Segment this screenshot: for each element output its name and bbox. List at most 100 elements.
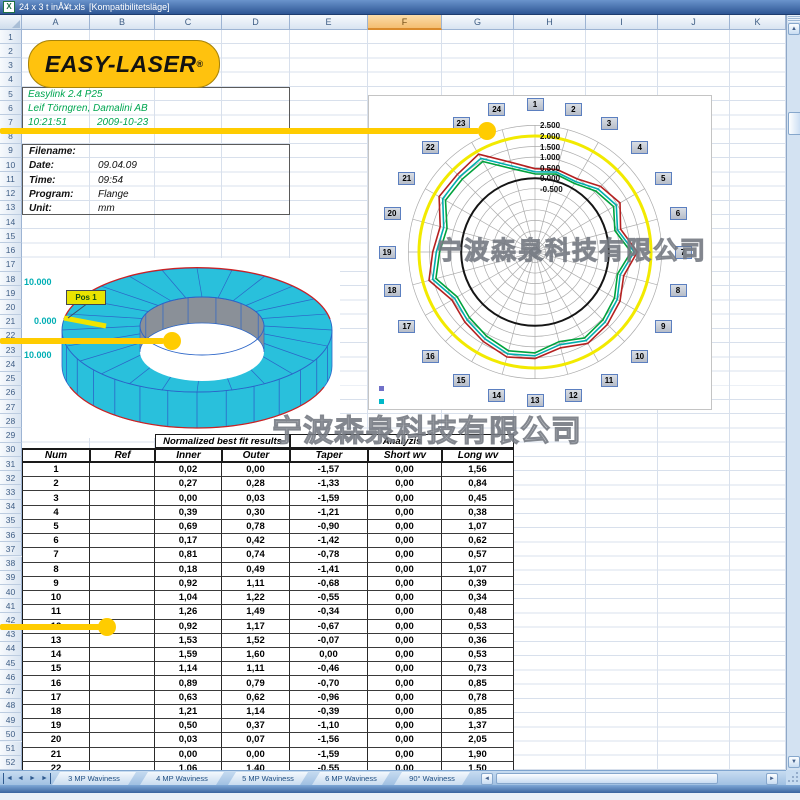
table-cell[interactable]: 1,52 bbox=[222, 634, 290, 648]
table-cell[interactable]: 0,39 bbox=[442, 577, 514, 591]
table-cell[interactable]: 2,05 bbox=[442, 733, 514, 747]
sheet-tab-4[interactable]: 6 MP Waviness bbox=[312, 772, 390, 785]
row-header-12[interactable]: 12 bbox=[0, 187, 22, 201]
table-cell[interactable]: 1,14 bbox=[222, 705, 290, 719]
table-cell[interactable]: 0,00 bbox=[368, 676, 442, 690]
meta-box[interactable]: Filename:Date:09.04.09Time:09:54Program:… bbox=[22, 144, 290, 215]
sheet-tab-5[interactable]: 90° Waviness bbox=[394, 772, 470, 785]
table-cell[interactable]: 0,00 bbox=[368, 563, 442, 577]
row-header-39[interactable]: 39 bbox=[0, 571, 22, 585]
table-cell[interactable]: 0,53 bbox=[442, 620, 514, 634]
table-cell[interactable]: 8 bbox=[22, 563, 90, 577]
row-header-3[interactable]: 3 bbox=[0, 58, 22, 72]
row-header-18[interactable]: 18 bbox=[0, 272, 22, 286]
table-cell[interactable]: 0,00 bbox=[368, 705, 442, 719]
table-cell[interactable]: 6 bbox=[22, 534, 90, 548]
table-cell[interactable]: -1,41 bbox=[290, 563, 368, 577]
table-cell[interactable]: 0,89 bbox=[155, 676, 222, 690]
row-header-52[interactable]: 52 bbox=[0, 756, 22, 770]
table-cell[interactable] bbox=[90, 491, 155, 505]
table-cell[interactable]: 1,37 bbox=[442, 719, 514, 733]
table-cell[interactable]: -1,59 bbox=[290, 491, 368, 505]
table-cell[interactable]: 1,17 bbox=[222, 620, 290, 634]
table-cell[interactable] bbox=[90, 605, 155, 619]
column-header-E[interactable]: E bbox=[290, 15, 368, 30]
meta-value[interactable]: 09:54 bbox=[98, 175, 123, 186]
row-header-32[interactable]: 32 bbox=[0, 471, 22, 485]
meta-value[interactable]: Flange bbox=[98, 189, 129, 200]
table-cell[interactable]: 18 bbox=[22, 705, 90, 719]
table-cell[interactable]: 0,00 bbox=[368, 648, 442, 662]
table-cell[interactable]: 10 bbox=[22, 591, 90, 605]
table-cell[interactable]: 0,00 bbox=[368, 463, 442, 477]
table-cell[interactable] bbox=[90, 676, 155, 690]
table-cell[interactable]: -1,57 bbox=[290, 463, 368, 477]
row-header-31[interactable]: 31 bbox=[0, 457, 22, 471]
column-header-B[interactable]: B bbox=[90, 15, 155, 30]
table-cell[interactable]: 1,49 bbox=[222, 605, 290, 619]
table-cell[interactable]: 1,59 bbox=[155, 648, 222, 662]
prev-sheet-icon[interactable]: ◄ bbox=[15, 773, 26, 784]
table-cell[interactable]: 0,42 bbox=[222, 534, 290, 548]
table-cell[interactable] bbox=[90, 691, 155, 705]
table-cell[interactable]: -0,90 bbox=[290, 520, 368, 534]
table-cell[interactable]: 21 bbox=[22, 748, 90, 762]
table-cell[interactable]: 0,27 bbox=[155, 477, 222, 491]
table-cell[interactable]: 1,04 bbox=[155, 591, 222, 605]
horizontal-scroll-thumb[interactable] bbox=[496, 773, 718, 784]
table-cell[interactable]: 0,39 bbox=[155, 506, 222, 520]
table-cell[interactable]: 0,00 bbox=[222, 748, 290, 762]
table-cell[interactable]: -1,21 bbox=[290, 506, 368, 520]
table-cell[interactable]: 0,00 bbox=[368, 748, 442, 762]
table-cell[interactable]: 0,00 bbox=[368, 548, 442, 562]
row-header-14[interactable]: 14 bbox=[0, 215, 22, 229]
table-cell[interactable]: -1,59 bbox=[290, 748, 368, 762]
row-header-27[interactable]: 27 bbox=[0, 400, 22, 414]
table-cell[interactable]: 0,48 bbox=[442, 605, 514, 619]
table-cell[interactable]: 7 bbox=[22, 548, 90, 562]
table-cell[interactable]: 0,49 bbox=[222, 563, 290, 577]
row-header-47[interactable]: 47 bbox=[0, 685, 22, 699]
table-cell[interactable] bbox=[90, 577, 155, 591]
table-cell[interactable]: 0,57 bbox=[442, 548, 514, 562]
row-header-45[interactable]: 45 bbox=[0, 656, 22, 670]
table-cell[interactable]: -0,70 bbox=[290, 676, 368, 690]
table-cell[interactable]: 0,00 bbox=[368, 733, 442, 747]
table-cell[interactable]: 17 bbox=[22, 691, 90, 705]
table-cell[interactable]: 0,92 bbox=[155, 577, 222, 591]
table-cell[interactable]: 0,00 bbox=[368, 534, 442, 548]
next-sheet-icon[interactable]: ► bbox=[27, 773, 38, 784]
table-cell[interactable]: 0,84 bbox=[442, 477, 514, 491]
table-cell[interactable]: 0,62 bbox=[222, 691, 290, 705]
column-header-G[interactable]: G bbox=[442, 15, 514, 30]
table-cell[interactable]: -1,42 bbox=[290, 534, 368, 548]
table-cell[interactable]: 0,00 bbox=[368, 520, 442, 534]
table-cell[interactable]: 0,00 bbox=[368, 691, 442, 705]
table-cell[interactable] bbox=[90, 705, 155, 719]
row-header-1[interactable]: 1 bbox=[0, 30, 22, 44]
table-cell[interactable]: 3 bbox=[22, 491, 90, 505]
table-cell[interactable]: -0,78 bbox=[290, 548, 368, 562]
table-cell[interactable]: -1,10 bbox=[290, 719, 368, 733]
row-header-10[interactable]: 10 bbox=[0, 158, 22, 172]
resize-grip[interactable] bbox=[786, 770, 800, 785]
table-cell[interactable]: 0,00 bbox=[155, 748, 222, 762]
first-sheet-icon[interactable]: ◄ bbox=[3, 773, 15, 784]
row-header-5[interactable]: 5 bbox=[0, 87, 22, 101]
table-cell[interactable]: -0,46 bbox=[290, 662, 368, 676]
select-all-corner[interactable] bbox=[0, 15, 22, 30]
row-header-23[interactable]: 23 bbox=[0, 343, 22, 357]
table-cell[interactable]: 0,74 bbox=[222, 548, 290, 562]
table-cell[interactable]: 1,11 bbox=[222, 662, 290, 676]
table-cell[interactable]: 5 bbox=[22, 520, 90, 534]
table-cell[interactable] bbox=[90, 648, 155, 662]
table-cell[interactable]: 0,73 bbox=[442, 662, 514, 676]
row-header-37[interactable]: 37 bbox=[0, 542, 22, 556]
table-cell[interactable]: 1,07 bbox=[442, 563, 514, 577]
table-cell[interactable]: 0,69 bbox=[155, 520, 222, 534]
table-cell[interactable]: 1,53 bbox=[155, 634, 222, 648]
table-cell[interactable] bbox=[90, 506, 155, 520]
table-cell[interactable]: 14 bbox=[22, 648, 90, 662]
row-header-33[interactable]: 33 bbox=[0, 485, 22, 499]
table-cell[interactable]: 0,07 bbox=[222, 733, 290, 747]
